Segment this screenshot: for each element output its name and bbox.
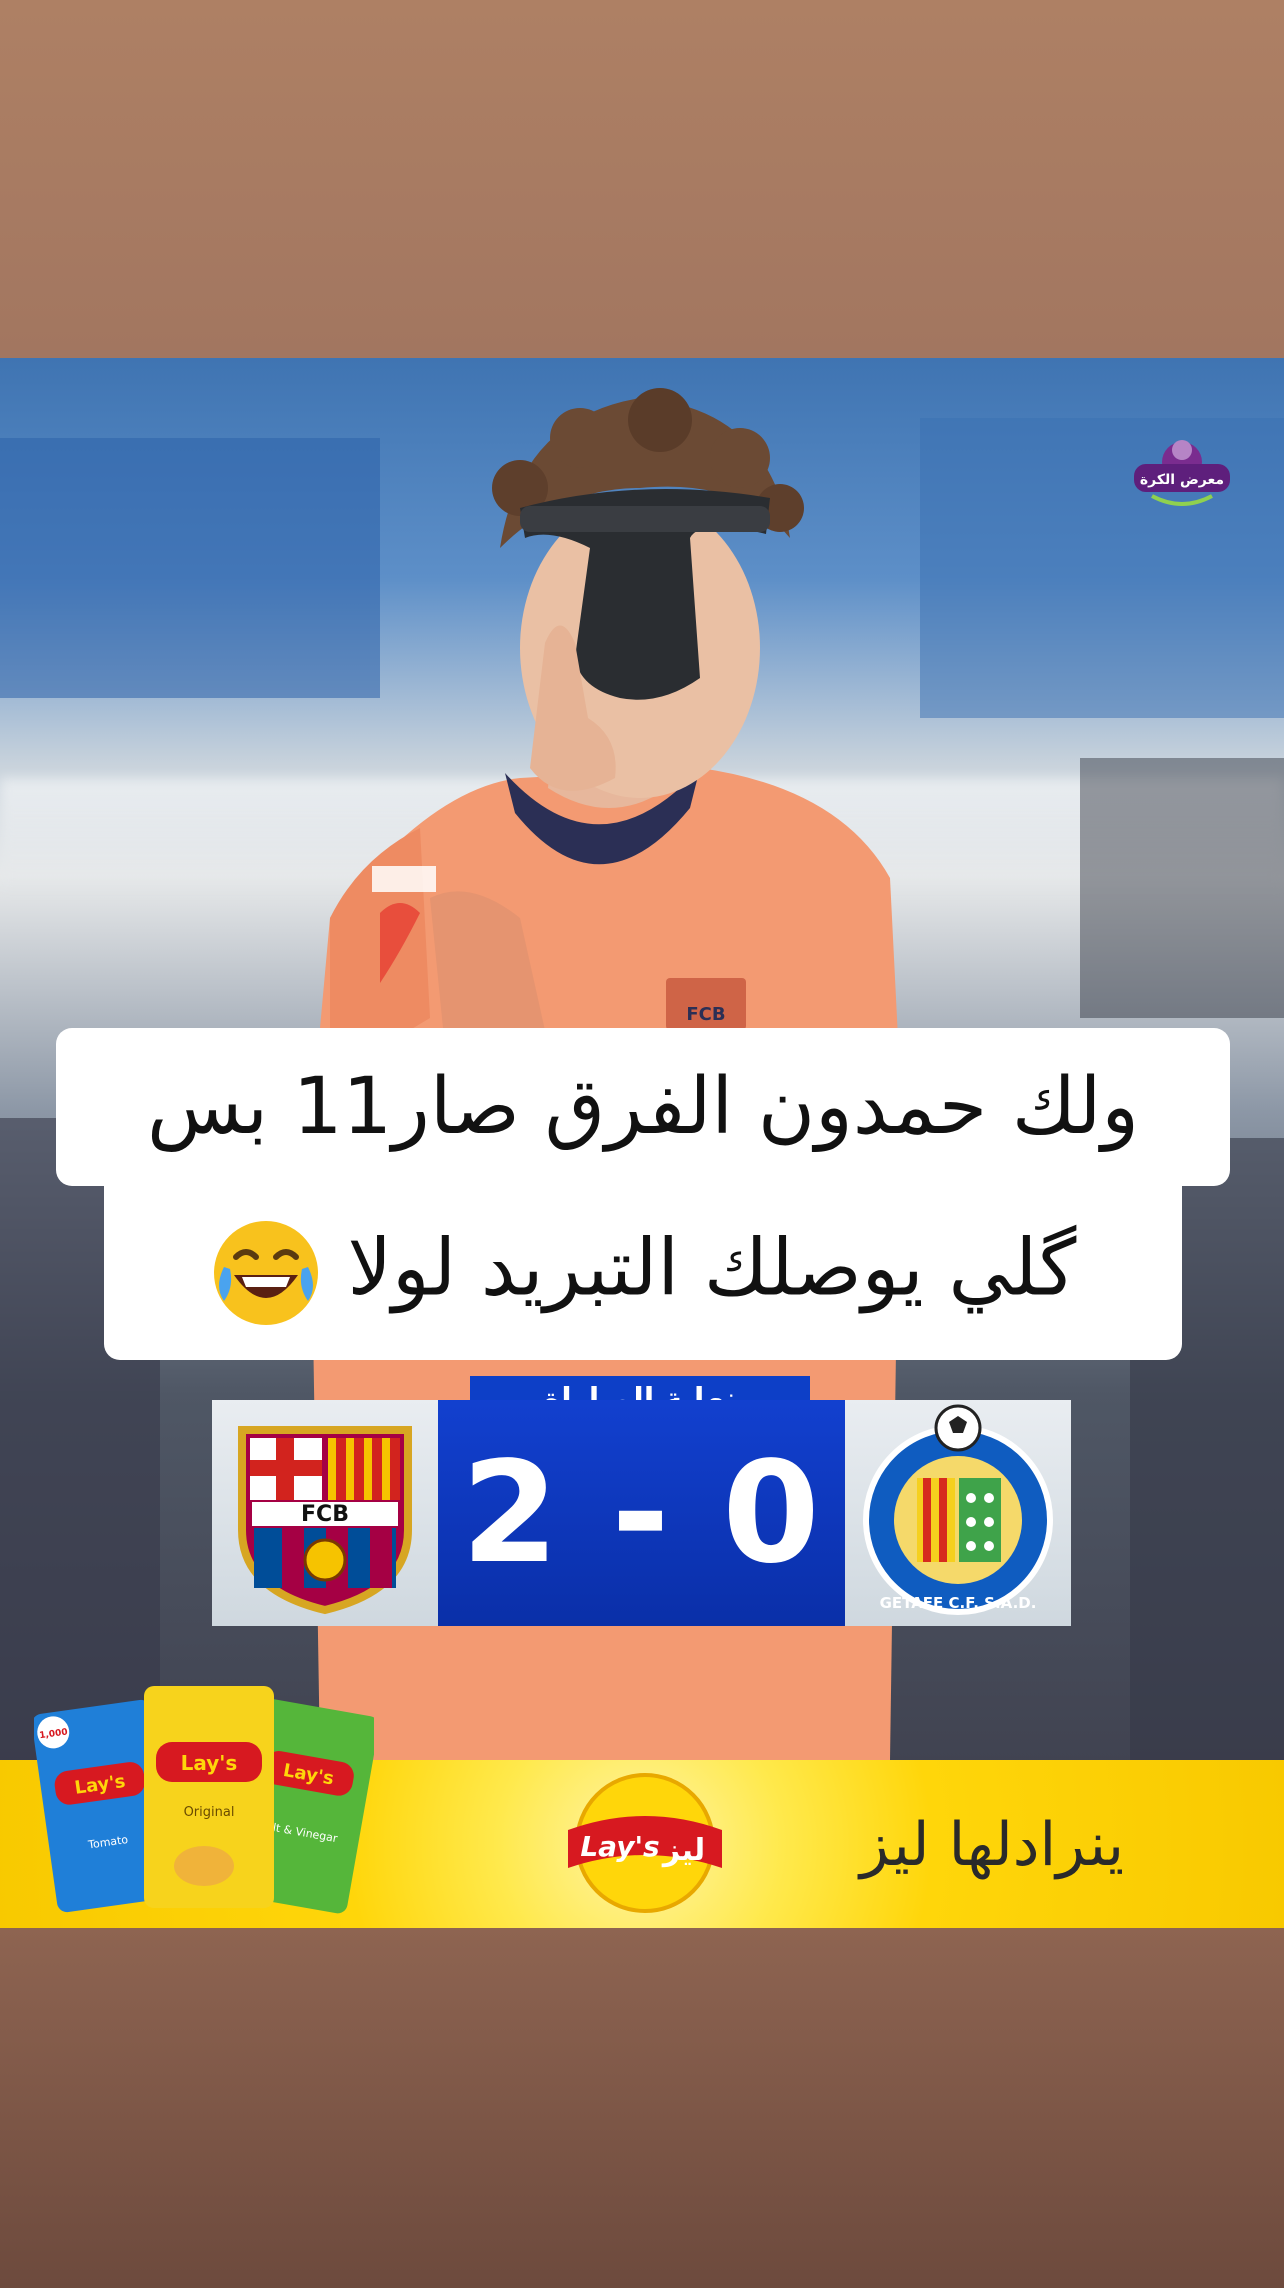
top-background <box>0 0 1284 358</box>
barcelona-crest-text: FCB <box>301 1502 349 1527</box>
caption-line-1-box: ولك حمدون الفرق صار11 بس <box>56 1028 1230 1186</box>
bottom-background <box>0 1928 1284 2288</box>
laughing-emoji-icon <box>213 1221 318 1325</box>
getafe-crest-text: GETAFE C.F. S.A.D. <box>880 1594 1037 1612</box>
caption-line-1: ولك حمدون الفرق صار11 بس <box>146 1062 1140 1152</box>
chips-label-original: Original <box>184 1805 235 1820</box>
lays-brand-arabic: ليز <box>661 1833 705 1868</box>
score-panel: 2 - 0 <box>438 1400 845 1626</box>
match-score: 2 - 0 <box>461 1431 822 1595</box>
chips-bag-yellow-brand: Lay's <box>181 1751 238 1775</box>
caption-line-2-box: گلي يوصلك التبريد لولا <box>104 1186 1182 1360</box>
chips-bags-icon: Lay's 1,000 Tomato Lay's Salt & Vinegar … <box>34 1686 374 1914</box>
caption-line-2: گلي يوصلك التبريد لولا <box>347 1223 1077 1314</box>
ad-slogan: ينرادلها ليز <box>860 1810 1125 1880</box>
barcelona-crest-icon: FCB <box>238 1426 412 1615</box>
getafe-crest-panel: GETAFE C.F. S.A.D. <box>845 1400 1071 1626</box>
lays-brand-latin: Lay's <box>580 1830 659 1863</box>
getafe-crest-icon: GETAFE C.F. S.A.D. <box>863 1404 1053 1615</box>
watermark-logo: معرض الكرة <box>1134 440 1230 506</box>
post-image: FCB معرض الكرة ولك حمدون الفرق صار11 بس … <box>0 358 1284 1928</box>
jersey-crest-text: FCB <box>686 1004 725 1025</box>
lays-logo-icon: Lay's ليز <box>568 1773 722 1913</box>
barcelona-crest-panel: FCB <box>212 1400 438 1626</box>
watermark-text: معرض الكرة <box>1140 472 1224 488</box>
